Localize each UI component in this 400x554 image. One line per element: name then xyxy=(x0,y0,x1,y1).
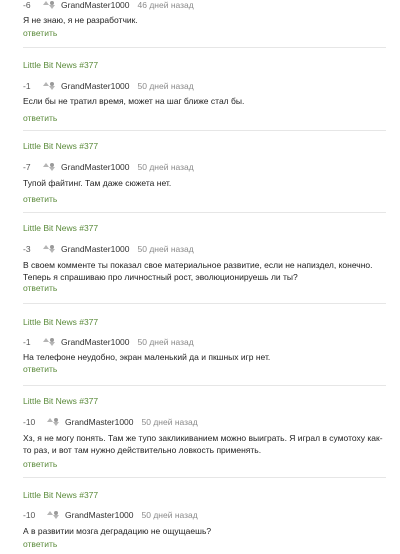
comment-meta: -6 GrandMaster1000 46 дней назад xyxy=(23,0,194,12)
vote-arrows-icon[interactable] xyxy=(45,509,61,521)
divider xyxy=(23,47,386,48)
comment-text: Я не знаю, я не разработчик. xyxy=(23,15,138,25)
reply-link[interactable]: ответить xyxy=(23,364,57,374)
comment-date[interactable]: 50 дней назад xyxy=(142,417,198,427)
reply-link[interactable]: ответить xyxy=(23,539,57,549)
comment-date[interactable]: 46 дней назад xyxy=(138,0,194,10)
reply-link[interactable]: ответить xyxy=(23,283,57,293)
comment-date[interactable]: 50 дней назад xyxy=(138,244,194,254)
post-title-link[interactable]: Little Bit News #377 xyxy=(23,60,98,70)
comment-text: Если бы не тратил время, может на шаг бл… xyxy=(23,96,245,106)
comment-text: Хз, я не могу понять. Там же тупо заклик… xyxy=(23,433,383,455)
comment-date[interactable]: 50 дней назад xyxy=(142,510,198,520)
comment-rating: -1 xyxy=(23,337,31,347)
vote-arrows-icon[interactable] xyxy=(41,243,57,255)
comment-text: На телефоне неудобно, экран маленький да… xyxy=(23,352,271,362)
comment-rating: -10 xyxy=(23,510,36,520)
comment-date[interactable]: 50 дней назад xyxy=(138,81,194,91)
divider xyxy=(23,212,386,213)
comment-text: В своем комменте ты показал свое материа… xyxy=(23,260,373,282)
comment-rating: -7 xyxy=(23,162,31,172)
divider xyxy=(23,130,386,131)
vote-arrows-icon[interactable] xyxy=(41,80,57,92)
comment-meta: -3 GrandMaster1000 50 дней назад xyxy=(23,242,194,256)
comment-meta: -1 GrandMaster1000 50 дней назад xyxy=(23,335,194,349)
comment-author[interactable]: GrandMaster1000 xyxy=(61,0,130,10)
divider xyxy=(23,385,386,386)
vote-arrows-icon[interactable] xyxy=(41,336,57,348)
comment-rating: -10 xyxy=(23,417,36,427)
post-title-link[interactable]: Little Bit News #377 xyxy=(23,141,98,151)
reply-link[interactable]: ответить xyxy=(23,459,57,469)
comment-rating: -1 xyxy=(23,81,31,91)
comment-rating: -3 xyxy=(23,244,31,254)
divider xyxy=(23,477,386,478)
comment-meta: -10 GrandMaster1000 50 дней назад xyxy=(23,415,198,429)
comment-author[interactable]: GrandMaster1000 xyxy=(65,417,134,427)
comment-author[interactable]: GrandMaster1000 xyxy=(61,244,130,254)
comment-date[interactable]: 50 дней назад xyxy=(138,162,194,172)
reply-link[interactable]: ответить xyxy=(23,194,57,204)
comment-author[interactable]: GrandMaster1000 xyxy=(61,81,130,91)
comment-text: А в развитии мозга деградацию не ощущаеш… xyxy=(23,526,212,536)
comment-meta: -7 GrandMaster1000 50 дней назад xyxy=(23,160,194,174)
vote-arrows-icon[interactable] xyxy=(45,416,61,428)
comment-meta: -1 GrandMaster1000 50 дней назад xyxy=(23,79,194,93)
vote-arrows-icon[interactable] xyxy=(41,0,57,11)
divider xyxy=(23,303,386,304)
post-title-link[interactable]: Little Bit News #377 xyxy=(23,317,98,327)
comment-rating: -6 xyxy=(23,0,31,10)
comment-author[interactable]: GrandMaster1000 xyxy=(61,162,130,172)
comment-date[interactable]: 50 дней назад xyxy=(138,337,194,347)
reply-link[interactable]: ответить xyxy=(23,113,57,123)
post-title-link[interactable]: Little Bit News #377 xyxy=(23,223,98,233)
post-title-link[interactable]: Little Bit News #377 xyxy=(23,490,98,500)
vote-arrows-icon[interactable] xyxy=(41,161,57,173)
comment-author[interactable]: GrandMaster1000 xyxy=(65,510,134,520)
comment-text: Тупой файтинг. Там даже сюжета нет. xyxy=(23,178,172,188)
post-title-link[interactable]: Little Bit News #377 xyxy=(23,396,98,406)
comment-author[interactable]: GrandMaster1000 xyxy=(61,337,130,347)
reply-link[interactable]: ответить xyxy=(23,28,57,38)
comment-meta: -10 GrandMaster1000 50 дней назад xyxy=(23,508,198,522)
